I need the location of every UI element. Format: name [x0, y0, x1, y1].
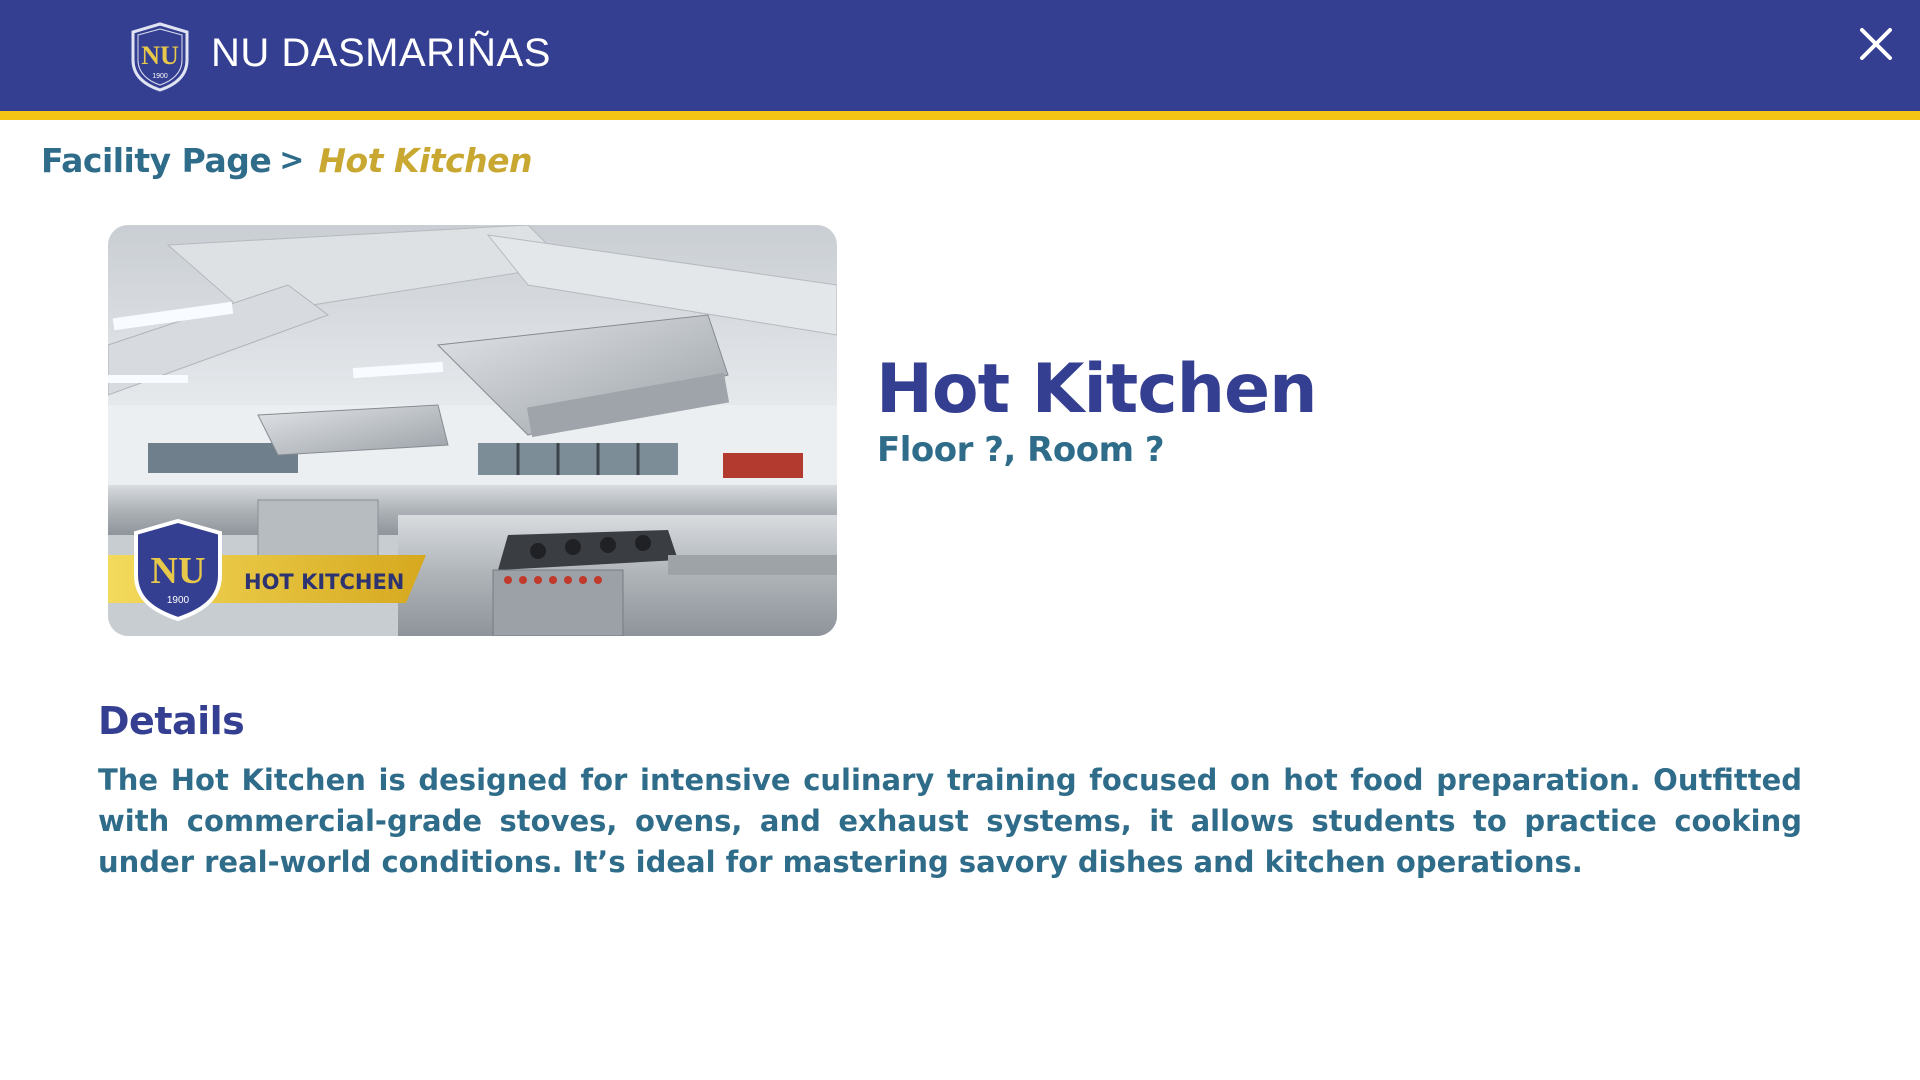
facility-location: Floor ?, Room ?: [877, 430, 1165, 470]
svg-text:NU: NU: [151, 550, 206, 592]
photo-caption: HOT KITCHEN: [244, 570, 404, 594]
header-accent-stripe: [0, 111, 1920, 120]
details-heading: Details: [98, 699, 245, 743]
university-shield-logo: NU 1900: [131, 22, 189, 92]
details-description: The Hot Kitchen is designed for intensiv…: [98, 763, 1802, 879]
breadcrumb-facility-page-link[interactable]: Facility Page: [41, 141, 272, 180]
breadcrumb-current-page: Hot Kitchen: [318, 140, 533, 180]
top-header-bar: NU 1900 NU DASMARIÑAS: [0, 0, 1920, 111]
facility-photo: HOT KITCHEN NU 1900: [108, 225, 837, 636]
breadcrumb: Facility Page > Hot Kitchen: [41, 136, 533, 184]
facility-title: Hot Kitchen: [876, 350, 1318, 429]
close-button[interactable]: [1852, 20, 1900, 68]
close-icon: [1860, 28, 1892, 60]
brand-name: NU DASMARIÑAS: [211, 31, 551, 75]
svg-text:1900: 1900: [152, 73, 168, 80]
svg-text:NU: NU: [141, 41, 179, 70]
svg-text:1900: 1900: [167, 595, 190, 606]
breadcrumb-separator: >: [279, 142, 305, 178]
